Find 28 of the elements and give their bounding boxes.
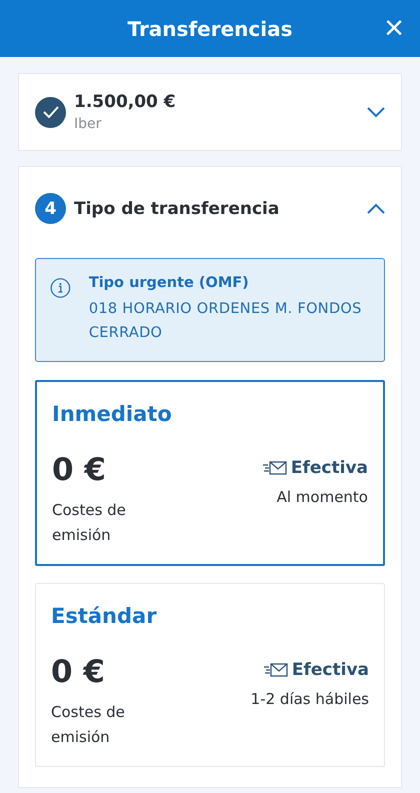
step-header[interactable]: 1.500,00 € Iber	[35, 92, 385, 132]
timing-text: 1-2 días hábiles	[250, 690, 369, 708]
info-icon	[50, 275, 71, 301]
envelope-icon	[264, 663, 288, 677]
transfer-option[interactable]: Estándar 0 € Costes de emisión Efectiva 1-2 días hábiles	[35, 583, 385, 767]
option-name: Inmediato	[52, 402, 173, 426]
check-icon	[35, 96, 66, 128]
transfer-option[interactable]: Inmediato 0 € Costes de emisión Efectiva Al momento	[35, 380, 385, 566]
account-name: Iber	[74, 116, 102, 132]
chevron-up-icon	[367, 203, 385, 214]
cost-label: Costes de emisión	[52, 500, 127, 546]
amount-text: 1.500,00 €	[74, 92, 177, 112]
timing-text: Al momento	[276, 488, 368, 506]
close-button[interactable]: ×	[380, 14, 408, 42]
envelope-icon	[262, 461, 287, 475]
chevron-down-icon	[367, 106, 385, 118]
cost-label: Costes de emisión	[51, 702, 126, 748]
notice-title: Tipo urgente (OMF)	[88, 275, 250, 291]
option-name: Estándar	[51, 604, 158, 628]
step-number: 4	[35, 193, 66, 224]
status-text: Efectiva	[290, 458, 368, 478]
header-title: Transferencias	[128, 16, 292, 40]
cost-amount: 0 €	[51, 654, 105, 690]
cost-amount: 0 €	[52, 452, 106, 488]
step-header[interactable]: 4 Tipo de transferencia	[35, 193, 385, 224]
status-text: Efectiva	[292, 660, 369, 680]
notice-text: 018 HORARIO ORDENES M. FONDOS CERRADO	[88, 300, 363, 343]
step-title: Tipo de transferencia	[74, 198, 280, 218]
